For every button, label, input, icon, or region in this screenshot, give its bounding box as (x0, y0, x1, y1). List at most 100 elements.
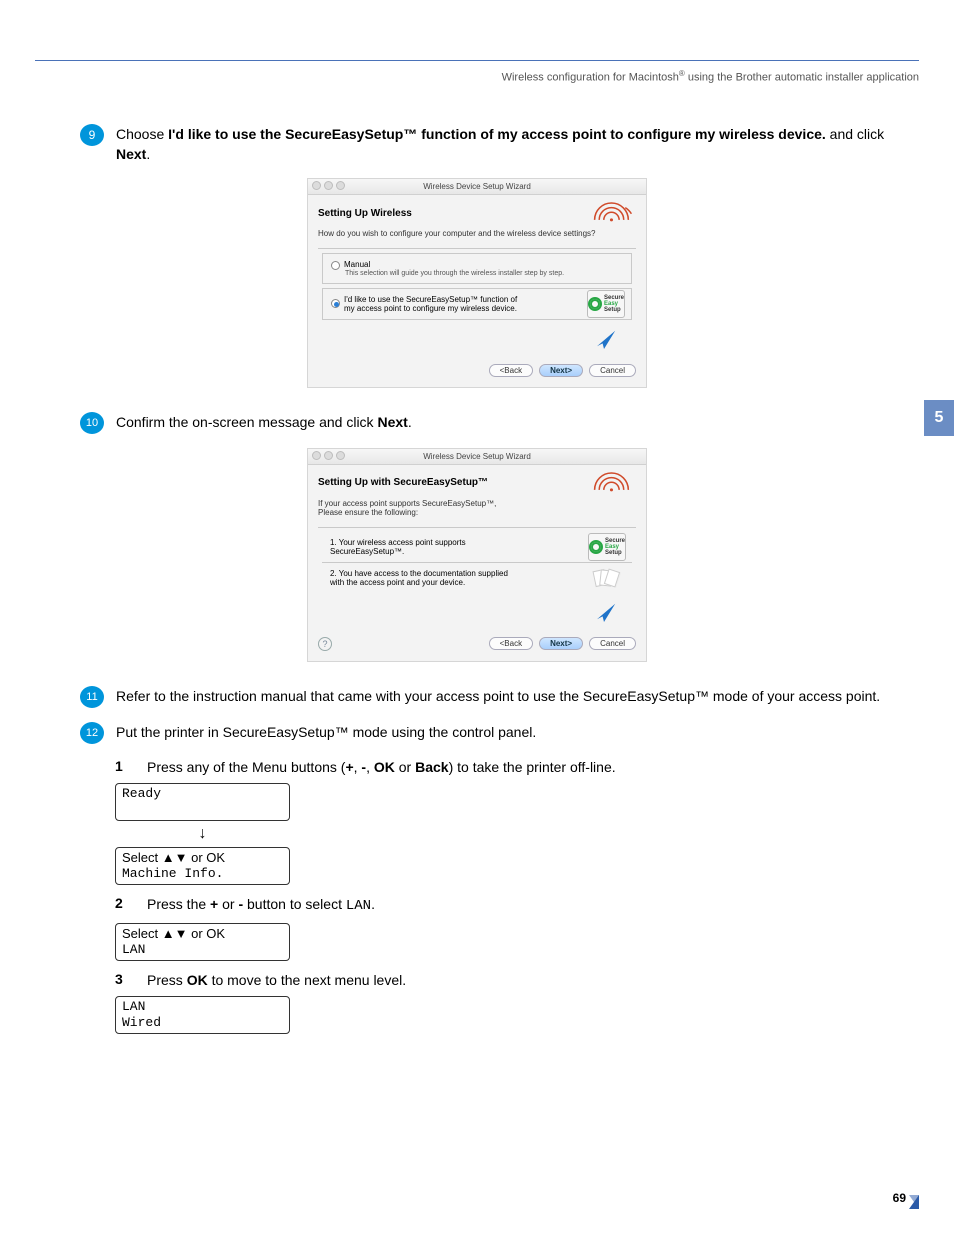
lcd-wired: LAN Wired (115, 996, 290, 1033)
back-button[interactable]: <Back (489, 637, 533, 650)
wizard-2-item-1-text: 1. Your wireless access point supports S… (330, 538, 520, 556)
wizard-1-buttons: <Back Next> Cancel (308, 358, 646, 387)
divider (318, 248, 636, 249)
wizard-2-item-2-text: 2. You have access to the documentation … (330, 569, 520, 587)
wizard-1-heading: Setting Up Wireless (318, 208, 412, 219)
documents-icon (586, 564, 626, 592)
substep-2-text: Press the + or - button to select LAN. (147, 895, 375, 917)
ses-ring-icon (589, 540, 603, 554)
ses-l3: Setup (604, 307, 624, 313)
secure-easy-setup-badge: SecureEasySetup (587, 290, 625, 318)
substep-2: 2 Press the + or - button to select LAN. (115, 895, 919, 917)
help-button[interactable]: ? (318, 637, 332, 651)
ss2-end: . (371, 896, 375, 912)
back-button[interactable]: <Back (489, 364, 533, 377)
wizard-1-titlebar: Wireless Device Setup Wizard (308, 179, 646, 195)
wizard-2-header: Setting Up with SecureEasySetup™ (308, 465, 646, 497)
step-12-text: Put the printer in SecureEasySetup™ mode… (116, 722, 919, 742)
step-9-post: . (146, 146, 150, 162)
radio-ses[interactable] (331, 299, 340, 308)
step-11: 11 Refer to the instruction manual that … (35, 686, 919, 708)
step-10-text: Confirm the on-screen message and click … (116, 412, 919, 432)
option-ses-label: I'd like to use the SecureEasySetup™ fun… (344, 295, 524, 313)
wizard-1-question: How do you wish to configure your comput… (308, 227, 646, 244)
wizard-1: Wireless Device Setup Wizard Setting Up … (307, 178, 647, 387)
ss2-post: button to select (243, 896, 346, 912)
lcd-sel3b: Wired (122, 1015, 161, 1030)
substep-1-text: Press any of the Menu buttons (+, -, OK … (147, 758, 616, 778)
lcd-lan: Select ▲▼ or OK LAN (115, 923, 290, 961)
lcd-sel2a: Select ▲▼ or OK (122, 926, 225, 941)
step-10: 10 Confirm the on-screen message and cli… (35, 412, 919, 434)
step-9-bold: I'd like to use the SecureEasySetup™ fun… (168, 126, 826, 142)
divider (318, 527, 636, 528)
lcd-ready-text: Ready (115, 783, 290, 821)
ss2-code: LAN (346, 898, 371, 914)
step-11-text: Refer to the instruction manual that cam… (116, 686, 919, 706)
ss2-b1: + (210, 896, 218, 912)
traffic-lights-icon (312, 181, 345, 190)
step-bullet-9: 9 (80, 124, 104, 146)
ss3-pre: Press (147, 972, 187, 988)
ss1-b4: Back (415, 759, 448, 775)
ss1-b1: + (345, 759, 353, 775)
lcd-sel2b: LAN (122, 942, 145, 957)
wifi-icon (590, 201, 636, 225)
lcd-select-lan: Select ▲▼ or OK LAN (115, 923, 290, 961)
ss2-mid: or (218, 896, 238, 912)
wizard-2-heading: Setting Up with SecureEasySetup™ (318, 477, 488, 488)
step-bullet-12: 12 (80, 722, 104, 744)
traffic-lights-icon (312, 451, 345, 460)
step-9-bold2: Next (116, 146, 146, 162)
radio-manual[interactable] (331, 261, 340, 270)
ss1-b3: OK (374, 759, 395, 775)
lcd-ready: Ready ↓ Select ▲▼ or OK Machine Info. (115, 783, 290, 885)
cancel-button[interactable]: Cancel (589, 637, 636, 650)
step-9-pre: Choose (116, 126, 168, 142)
arrow-pointer-icon (308, 601, 646, 631)
cancel-button[interactable]: Cancel (589, 364, 636, 377)
lcd-sel3a: LAN (122, 999, 145, 1014)
wizard-1-title: Wireless Device Setup Wizard (308, 179, 646, 195)
step-12: 12 Put the printer in SecureEasySetup™ m… (35, 722, 919, 744)
ss3-post: to move to the next menu level. (208, 972, 406, 988)
arrow-pointer-icon (308, 328, 646, 358)
header-right: using the Brother automatic installer ap… (685, 72, 919, 84)
substep-1: 1 Press any of the Menu buttons (+, -, O… (115, 758, 919, 778)
option-manual-sub: This selection will guide you through th… (345, 270, 623, 277)
wizard-1-option-ses[interactable]: I'd like to use the SecureEasySetup™ fun… (322, 288, 632, 320)
ses-l3: Setup (605, 550, 625, 556)
wizard-1-option-manual[interactable]: Manual This selection will guide you thr… (322, 253, 632, 283)
step-bullet-11: 11 (80, 686, 104, 708)
ses-ring-icon (588, 297, 602, 311)
wizard-2-item-2: 2. You have access to the documentation … (322, 563, 632, 593)
wizard-2-intro2: Please ensure the following: (318, 508, 418, 517)
down-arrow-icon: ↓ (115, 821, 290, 847)
step-9-mid: and click (826, 126, 884, 142)
header-left: Wireless configuration for Macintosh (502, 72, 679, 84)
substep-3-text: Press OK to move to the next menu level. (147, 971, 406, 991)
wizard-2-titlebar: Wireless Device Setup Wizard (308, 449, 646, 465)
ss1-pre: Press any of the Menu buttons ( (147, 759, 345, 775)
running-header: Wireless configuration for Macintosh® us… (35, 69, 919, 84)
substep-2-num: 2 (115, 895, 147, 911)
wifi-icon (590, 471, 636, 495)
ss3-b1: OK (187, 972, 208, 988)
substep-1-num: 1 (115, 758, 147, 774)
next-button[interactable]: Next> (539, 364, 583, 377)
wizard-2: Wireless Device Setup Wizard Setting Up … (307, 448, 647, 662)
secure-easy-setup-badge: SecureEasySetup (588, 533, 626, 561)
next-button[interactable]: Next> (539, 637, 583, 650)
wizard-2-item-1: 1. Your wireless access point supports S… (322, 532, 632, 563)
ss1-post: ) to take the printer off-line. (449, 759, 616, 775)
step-bullet-10: 10 (80, 412, 104, 434)
wizard-2-intro: If your access point supports SecureEasy… (308, 497, 646, 523)
top-rule (35, 60, 919, 61)
ss1-c2: , (366, 759, 374, 775)
ss2-pre: Press the (147, 896, 210, 912)
page-number: 69 (893, 1191, 906, 1205)
step-9: 9 Choose I'd like to use the SecureEasyS… (35, 124, 919, 165)
wizard-2-intro1: If your access point supports SecureEasy… (318, 499, 496, 508)
wizard-2-buttons: ? <Back Next> Cancel (308, 631, 646, 661)
step-10-pre: Confirm the on-screen message and click (116, 414, 377, 430)
